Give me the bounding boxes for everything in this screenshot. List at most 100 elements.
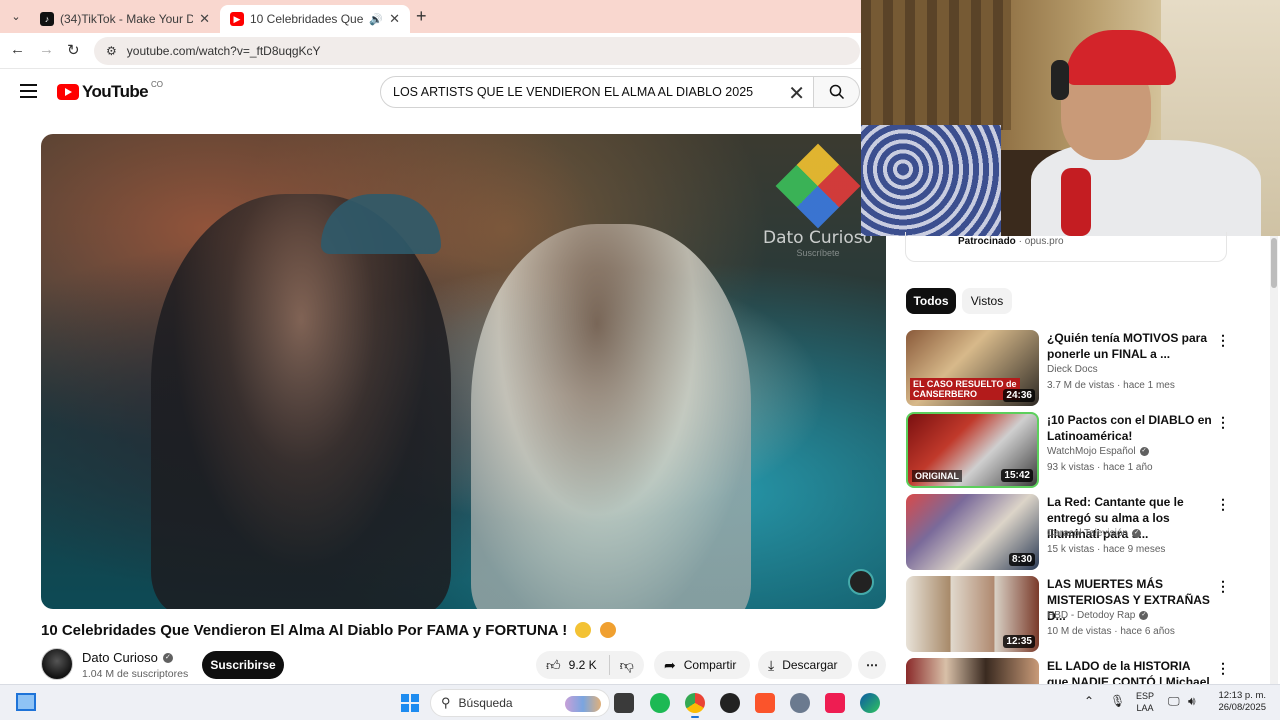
video-channel[interactable]: WatchMojo Español ✓ xyxy=(1047,446,1149,457)
chip-vistos[interactable]: Vistos xyxy=(962,288,1012,314)
obs-icon[interactable] xyxy=(720,693,740,713)
video-thumbnail[interactable]: 12:35 xyxy=(906,576,1039,652)
thumbnail-caption: ORIGINAL xyxy=(912,470,962,482)
download-icon: ⤓ xyxy=(768,656,775,673)
youtube-logo[interactable]: YouTube CO xyxy=(57,80,163,102)
video-channel[interactable]: Dieck Docs xyxy=(1047,364,1098,375)
page-scrollbar[interactable] xyxy=(1270,236,1278,684)
recommended-video[interactable]: EL LADO de la HISTORIA que NADIE CONTÓ |… xyxy=(906,658,1236,684)
close-tab-icon[interactable]: ✕ xyxy=(199,11,210,27)
money-face-emoji-icon xyxy=(575,622,592,638)
like-count[interactable]: 9.2 K xyxy=(569,658,597,672)
tab-search-dropdown-icon[interactable]: ⌄ xyxy=(6,8,26,26)
video-player[interactable]: Dato Curioso Suscríbete xyxy=(41,134,886,609)
video-thumbnail[interactable]: EL CASO RESUELTO de CANSERBERO 24:36 xyxy=(906,330,1039,406)
close-tab-icon[interactable]: ✕ xyxy=(389,11,400,27)
thumbs-up-icon[interactable]: 👍︎ xyxy=(546,657,561,674)
sponsor-domain: opus.pro xyxy=(1024,236,1064,247)
search-query-text: LOS ARTISTS QUE LE VENDIERON EL ALMA AL … xyxy=(393,85,754,99)
input-language[interactable]: ESP LAA xyxy=(1136,690,1154,714)
language-code: ESP xyxy=(1136,691,1155,701)
video-title[interactable]: EL LADO de la HISTORIA que NADIE CONTÓ |… xyxy=(1047,658,1212,684)
settings-gear-icon[interactable] xyxy=(790,693,810,713)
share-button[interactable]: ➦ Compartir xyxy=(654,651,750,679)
chrome-icon[interactable] xyxy=(685,693,705,718)
more-options-icon[interactable]: ⋮ xyxy=(1216,660,1230,677)
edge-icon[interactable] xyxy=(860,693,880,713)
menu-icon[interactable] xyxy=(20,84,37,102)
chip-todos[interactable]: Todos xyxy=(906,288,956,314)
tab-youtube-active[interactable]: ▶ 10 Celebridades Que Vendie 🔊 ✕ xyxy=(220,5,410,33)
subscribe-button[interactable]: Suscribirse xyxy=(202,651,284,679)
clock-date: 26/08/2025 xyxy=(1218,702,1266,713)
address-toolbar: ← → ↻ ⚙ youtube.com/watch?v=_ftD8uqgKcY xyxy=(0,33,862,69)
more-options-icon[interactable]: ⋮ xyxy=(1216,496,1230,513)
share-arrow-icon: ➦ xyxy=(664,656,676,673)
url-field[interactable]: ⚙ youtube.com/watch?v=_ftD8uqgKcY xyxy=(94,37,860,65)
video-meta: 3.7 M de vistas · hace 1 mes xyxy=(1047,380,1175,391)
verified-badge-icon: ✓ xyxy=(1139,611,1149,620)
thumbs-down-icon[interactable]: 👎︎ xyxy=(620,657,634,674)
webcam-overlay xyxy=(861,0,1280,236)
task-view-icon[interactable] xyxy=(614,693,634,713)
tiktok-icon[interactable] xyxy=(825,693,845,713)
search-button[interactable] xyxy=(814,76,860,108)
taskbar-search[interactable]: ⚲ Búsqueda xyxy=(430,689,610,717)
widgets-icon[interactable] xyxy=(16,693,36,711)
video-title[interactable]: ¡10 Pactos con el DIABLO en Latinoaméric… xyxy=(1047,412,1212,444)
verified-badge-icon: ✓ xyxy=(1131,529,1141,538)
site-info-icon[interactable]: ⚙ xyxy=(106,44,117,58)
reload-icon[interactable]: ↻ xyxy=(67,41,80,59)
webcam-headset xyxy=(1051,60,1069,100)
sponsored-label: Patrocinado · opus.pro xyxy=(958,236,1064,247)
like-dislike-group: 👍︎ 9.2 K 👎︎ xyxy=(536,651,644,679)
clear-search-icon[interactable]: ✕ xyxy=(788,81,805,106)
start-windows-icon[interactable] xyxy=(401,694,419,712)
new-tab-button[interactable]: + xyxy=(416,6,427,27)
brave-icon[interactable] xyxy=(755,693,775,713)
system-clock[interactable]: 12:13 p. m. 26/08/2025 xyxy=(1210,690,1266,714)
channel-avatar[interactable] xyxy=(41,648,73,680)
forward-arrow-icon[interactable]: → xyxy=(39,41,54,58)
sponsored-card[interactable]: Patrocinado · opus.pro xyxy=(905,232,1227,262)
video-thumbnail[interactable] xyxy=(906,658,1039,684)
video-thumbnail[interactable]: ORIGINAL 15:42 xyxy=(906,412,1039,488)
video-channel[interactable]: HBD - Detodoy Rap ✓ xyxy=(1047,610,1149,621)
video-title: 10 Celebridades Que Vendieron El Alma Al… xyxy=(41,622,616,639)
search-input[interactable]: LOS ARTISTS QUE LE VENDIERON EL ALMA AL … xyxy=(380,76,814,108)
video-meta: 93 k vistas · hace 1 año xyxy=(1047,462,1153,473)
recommended-video[interactable]: ORIGINAL 15:42 ¡10 Pactos con el DIABLO … xyxy=(906,412,1236,490)
recommended-video[interactable]: EL CASO RESUELTO de CANSERBERO 24:36 ¿Qu… xyxy=(906,330,1236,408)
verified-badge-icon: ✓ xyxy=(162,652,173,663)
microphone-icon[interactable]: 🎙︎ xyxy=(1110,694,1125,708)
more-actions-icon[interactable]: ⋯ xyxy=(858,651,886,679)
video-channel[interactable]: Caracol Televisión ✓ xyxy=(1047,528,1141,539)
video-channel-text: Dieck Docs xyxy=(1047,364,1098,375)
chevron-up-icon[interactable]: ⌃ xyxy=(1084,694,1094,708)
more-options-icon[interactable]: ⋮ xyxy=(1216,414,1230,431)
video-title-text: 10 Celebridades Que Vendieron El Alma Al… xyxy=(41,622,568,639)
network-icon[interactable]: 🖵 xyxy=(1168,694,1180,709)
video-title[interactable]: ¿Quién tenía MOTIVOS para ponerle un FIN… xyxy=(1047,330,1212,362)
download-button[interactable]: ⤓ Descargar xyxy=(758,651,852,679)
video-thumbnail[interactable]: 8:30 xyxy=(906,494,1039,570)
volume-icon[interactable]: 🔊︎ xyxy=(1188,694,1196,709)
more-options-icon[interactable]: ⋮ xyxy=(1216,332,1230,349)
keyboard-layout: LAA xyxy=(1136,703,1154,713)
scrollbar-thumb[interactable] xyxy=(1271,238,1277,288)
back-arrow-icon[interactable]: ← xyxy=(10,41,25,58)
search-icon: ⚲ xyxy=(441,695,451,710)
channel-branding-icon[interactable] xyxy=(848,569,874,595)
webcam-bed xyxy=(861,125,1001,236)
recommended-video[interactable]: 8:30 La Red: Cantante que le entregó su … xyxy=(906,494,1236,572)
more-options-icon[interactable]: ⋮ xyxy=(1216,578,1230,595)
video-channel-text: WatchMojo Español xyxy=(1047,446,1136,457)
tab-label: 10 Celebridades Que Vendie xyxy=(250,12,365,26)
channel-name[interactable]: Dato Curioso ✓ xyxy=(82,650,173,665)
speaker-icon[interactable]: 🔊 xyxy=(369,13,383,26)
tab-tiktok[interactable]: ♪ (34)TikTok - Make Your Day ✕ xyxy=(30,5,220,33)
spotify-icon[interactable] xyxy=(650,693,670,713)
video-duration: 24:36 xyxy=(1003,389,1035,402)
taskbar-search-placeholder: Búsqueda xyxy=(458,696,513,710)
recommended-video[interactable]: 12:35 LAS MUERTES MÁS MISTERIOSAS Y EXTR… xyxy=(906,576,1236,654)
